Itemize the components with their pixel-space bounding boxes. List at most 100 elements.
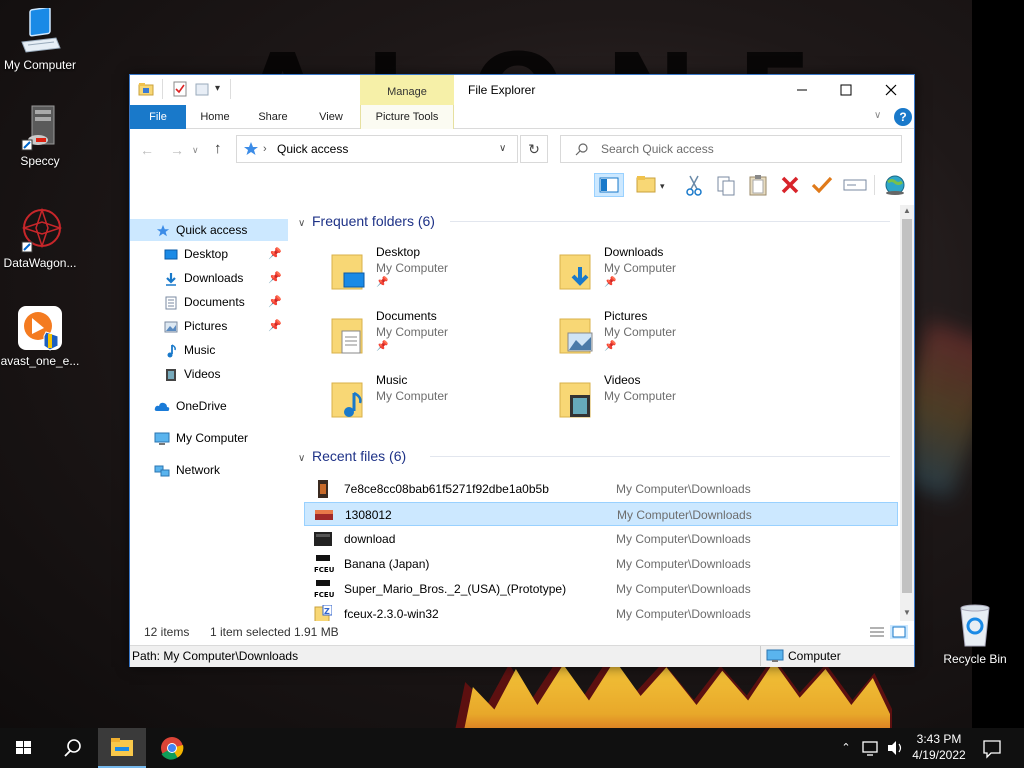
nav-item-quick-access[interactable]: Quick access <box>130 219 288 241</box>
recycle-bin-icon <box>951 602 999 650</box>
file-name: Super_Mario_Bros._2_(USA)_(Prototype) <box>344 582 567 596</box>
properties-icon[interactable] <box>172 81 188 97</box>
network-tray-icon[interactable] <box>860 728 882 768</box>
minimize-button[interactable] <box>780 75 824 105</box>
clock[interactable]: 3:43 PM 4/19/2022 <box>906 728 972 768</box>
network-globe-button[interactable] <box>882 173 908 197</box>
refresh-button[interactable]: ↻ <box>520 135 548 163</box>
zip-archive-icon: Z <box>314 604 333 621</box>
help-icon[interactable]: ? <box>894 108 912 126</box>
copy-button[interactable] <box>714 173 738 197</box>
expand-ribbon-chevron-icon[interactable]: ∨ <box>874 109 888 123</box>
file-name: 1308012 <box>345 508 392 522</box>
desktop-icon-speccy[interactable]: Speccy <box>0 104 80 168</box>
command-toolbar: ▾ <box>130 171 914 199</box>
search-icon <box>575 142 589 156</box>
folder-new-icon: ▾ <box>636 176 665 193</box>
nav-item-music[interactable]: Music <box>130 339 288 361</box>
clock-date: 4/19/2022 <box>912 748 966 762</box>
folder-location: My Computer <box>376 261 449 275</box>
new-folder-icon[interactable] <box>194 81 210 97</box>
arrow-left-icon: ← <box>140 142 154 158</box>
nav-item-pictures[interactable]: Pictures 📌 <box>130 315 288 337</box>
folder-icon[interactable] <box>138 81 154 97</box>
nav-item-downloads[interactable]: Downloads 📌 <box>130 267 288 289</box>
section-recent-files[interactable]: ∨ Recent files (6) <box>298 446 406 466</box>
address-location[interactable]: Quick access <box>277 136 348 162</box>
delete-button[interactable] <box>778 173 802 197</box>
search-button[interactable] <box>48 728 96 768</box>
desktop-icon-recycle-bin[interactable]: Recycle Bin <box>935 602 1015 666</box>
forward-button[interactable]: → <box>170 141 188 159</box>
nav-item-label: Music <box>184 343 216 357</box>
address-bar[interactable]: › Quick access ∨ <box>236 135 518 163</box>
recent-file-row[interactable]: Z fceux-2.3.0-win32 My Computer\Download… <box>304 602 898 621</box>
desktop-icon-label: Recycle Bin <box>943 652 1007 666</box>
pin-icon: 📌 <box>268 272 282 284</box>
nav-item-documents[interactable]: Documents 📌 <box>130 291 288 313</box>
start-button[interactable] <box>0 728 48 768</box>
search-box[interactable]: Search Quick access <box>560 135 902 163</box>
nav-item-label: Downloads <box>184 271 244 285</box>
scroll-up-arrow-icon[interactable]: ▲ <box>902 205 912 217</box>
maximize-button[interactable] <box>824 75 868 105</box>
clock-time: 3:43 PM <box>916 732 962 746</box>
desktop-icon-avast[interactable]: avast_one_e... <box>0 304 80 368</box>
section-frequent-folders[interactable]: ∨ Frequent folders (6) <box>298 211 435 231</box>
recent-file-row[interactable]: FCEUX Super_Mario_Bros._2_(USA)_(Prototy… <box>304 577 898 601</box>
nav-item-label: Documents <box>184 295 245 309</box>
preview-pane-button[interactable] <box>594 173 624 197</box>
folder-tile-downloads[interactable]: Downloads My Computer 📌 <box>558 245 778 303</box>
close-button[interactable] <box>868 75 914 105</box>
recent-locations-button[interactable]: ∨ <box>192 141 206 159</box>
notifications-button[interactable] <box>976 728 1008 768</box>
recent-file-row[interactable]: download My Computer\Downloads <box>304 527 898 551</box>
paste-button[interactable] <box>746 173 770 197</box>
vertical-scrollbar[interactable]: ▲ ▼ <box>900 205 914 621</box>
path-text: Path: My Computer\Downloads <box>132 649 299 663</box>
select-all-button[interactable] <box>810 173 834 197</box>
large-icons-view-icon[interactable] <box>890 625 908 639</box>
download-arrow-icon <box>164 271 178 286</box>
folder-tile-pictures[interactable]: Pictures My Computer 📌 <box>558 309 778 367</box>
rename-button[interactable] <box>842 173 868 197</box>
nav-item-network[interactable]: Network <box>130 459 288 481</box>
folder-tile-documents[interactable]: Documents My Computer 📌 <box>330 309 550 367</box>
folder-tile-desktop[interactable]: Desktop My Computer 📌 <box>330 245 550 303</box>
chevron-down-icon: ∨ <box>298 218 306 229</box>
new-folder-button[interactable]: ▾ <box>634 173 668 197</box>
nav-item-onedrive[interactable]: OneDrive <box>130 395 288 417</box>
preview-pane-icon <box>599 177 619 193</box>
show-hidden-icons-chevron-icon[interactable]: ⌃ <box>838 728 854 768</box>
folder-tile-music[interactable]: Music My Computer <box>330 373 550 431</box>
back-button[interactable]: ← <box>140 141 158 159</box>
desktop-icon-my-computer[interactable]: My Computer <box>0 6 80 72</box>
scrollbar-thumb[interactable] <box>902 219 912 593</box>
desktop-icon-datawagon[interactable]: DataWagon... <box>0 206 80 270</box>
nav-item-my-computer[interactable]: My Computer <box>130 427 288 449</box>
details-view-icon[interactable] <box>868 625 886 639</box>
address-history-chevron-icon[interactable]: ∨ <box>499 136 506 162</box>
nav-item-videos[interactable]: Videos <box>130 363 288 385</box>
tab-picture-tools[interactable]: Picture Tools <box>360 105 454 129</box>
recent-file-row[interactable]: 7e8ce8cc08bab61f5271f92dbe1a0b5b My Comp… <box>304 477 898 501</box>
up-button[interactable]: ↑ <box>214 140 232 158</box>
desktop-icon-label: DataWagon... <box>3 256 77 270</box>
taskbar-chrome[interactable] <box>148 728 196 768</box>
wallpaper-flame <box>460 660 890 728</box>
taskbar-file-explorer[interactable] <box>98 728 146 768</box>
folder-tile-videos[interactable]: Videos My Computer <box>558 373 778 431</box>
folder-desktop-icon <box>330 249 366 293</box>
windows-logo-icon <box>16 741 31 754</box>
tab-home[interactable]: Home <box>192 105 238 129</box>
cut-button[interactable] <box>682 173 706 197</box>
scroll-down-arrow-icon[interactable]: ▼ <box>902 607 912 619</box>
nav-item-desktop[interactable]: Desktop 📌 <box>130 243 288 265</box>
volume-tray-icon[interactable] <box>884 728 906 768</box>
recent-file-row[interactable]: FCEUX Banana (Japan) My Computer\Downloa… <box>304 552 898 576</box>
recent-file-row-selected[interactable]: 1308012 My Computer\Downloads <box>304 502 898 526</box>
customize-qat-chevron-icon[interactable]: ▾ <box>215 81 225 97</box>
tab-share[interactable]: Share <box>250 105 296 129</box>
tab-view[interactable]: View <box>308 105 354 129</box>
tab-file[interactable]: File <box>130 105 186 129</box>
